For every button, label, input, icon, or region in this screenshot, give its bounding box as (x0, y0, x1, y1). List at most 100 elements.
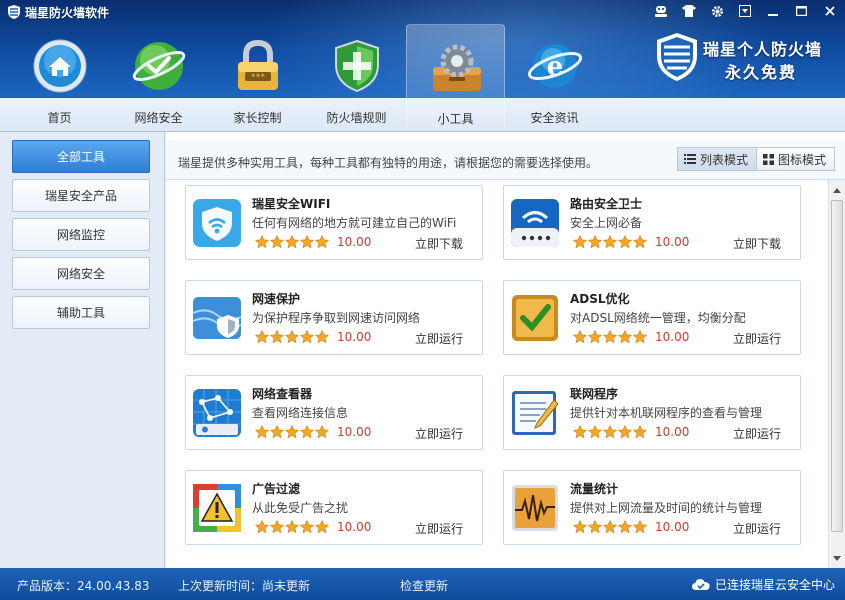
star-icon (633, 425, 647, 439)
traffic-chart-icon (512, 485, 558, 531)
nav-item-firewall-rules[interactable]: 防火墙规则 (307, 24, 406, 128)
star-icon (270, 425, 284, 439)
star-icon (573, 330, 587, 344)
sidebar-item-network-security[interactable]: 网络安全 (12, 257, 150, 290)
sidebar-item-network-monitor[interactable]: 网络监控 (12, 218, 150, 251)
title-bar[interactable]: 瑞星防火墙软件 (0, 0, 845, 24)
star-rating (255, 330, 329, 344)
last-update-time: 上次更新时间：尚未更新 (178, 579, 311, 593)
brand: 瑞星个人防火墙 永久免费 (655, 32, 845, 88)
star-icon (255, 330, 269, 344)
sidebar-item-auxiliary-tools[interactable]: 辅助工具 (12, 296, 150, 329)
nav-label: 网络安全 (134, 111, 183, 125)
nav-label: 防火墙规则 (326, 111, 387, 125)
tools-panel: 瑞星提供多种实用工具，每种工具都有独特的用途，请根据您的需要选择使用。 列表模式… (166, 132, 845, 568)
nav-item-home[interactable]: 首页 (10, 24, 109, 128)
tool-action-link[interactable]: 立即下载 (733, 235, 781, 252)
window-title: 瑞星防火墙软件 (25, 6, 110, 20)
minimize-icon[interactable] (759, 0, 787, 22)
star-icon (603, 235, 617, 249)
scroll-down-icon[interactable] (829, 550, 845, 566)
star-rating (573, 425, 647, 439)
star-icon (633, 520, 647, 534)
tool-name: ADSL优化 (570, 292, 630, 306)
tool-action-link[interactable]: 立即运行 (415, 520, 463, 537)
check-box-icon (512, 295, 558, 341)
star-icon (285, 235, 299, 249)
tool-grid: 瑞星安全WIFI 任何有网络的地方就可建立自己的WiFi 10.00 立即下载 … (166, 180, 828, 568)
network-map-icon (193, 389, 241, 437)
window-controls (647, 0, 845, 22)
tool-action-link[interactable]: 立即运行 (415, 425, 463, 442)
tool-score: 10.00 (337, 235, 372, 249)
tool-name: 广告过滤 (252, 482, 301, 496)
list-icon (683, 154, 696, 164)
star-icon (588, 330, 602, 344)
tool-score: 10.00 (655, 330, 690, 344)
nav-item-tools[interactable]: 小工具 (406, 24, 505, 128)
maximize-icon[interactable] (787, 0, 815, 22)
tool-action-link[interactable]: 立即运行 (733, 425, 781, 442)
star-rating (255, 235, 329, 249)
tool-card[interactable]: 联网程序 提供针对本机联网程序的查看与管理 10.00 立即运行 (503, 375, 801, 450)
tool-card[interactable]: 网络查看器 查看网络连接信息 10.00 立即运行 (185, 375, 483, 450)
tool-action-link[interactable]: 立即运行 (415, 330, 463, 347)
star-icon (603, 520, 617, 534)
brand-subtitle: 永久免费 (725, 63, 798, 82)
padlock-icon: *** (238, 39, 278, 90)
gear-icon[interactable] (703, 0, 731, 22)
nav-item-security-news[interactable]: e 安全资讯 (505, 24, 604, 128)
wifi-icon (193, 199, 241, 247)
scroll-up-icon[interactable] (829, 182, 845, 198)
star-rating (573, 330, 647, 344)
nav-item-parental-control[interactable]: *** 家长控制 (208, 24, 307, 128)
star-rating (573, 520, 647, 534)
tool-card[interactable]: 流量统计 提供对上网流量及时间的统计与管理 10.00 立即运行 (503, 470, 801, 545)
star-icon (255, 520, 269, 534)
close-icon[interactable] (815, 0, 845, 22)
star-icon (633, 235, 647, 249)
tool-card[interactable]: ADSL优化 对ADSL网络统一管理，均衡分配 10.00 立即运行 (503, 280, 801, 355)
svg-text:e: e (547, 52, 564, 82)
brand-shield-icon (657, 33, 697, 81)
tool-desc: 提供对上网流量及时间的统计与管理 (570, 501, 763, 515)
star-icon (618, 520, 632, 534)
shield-icon (335, 39, 379, 93)
star-icon (573, 425, 587, 439)
check-update-link[interactable]: 检查更新 (400, 577, 448, 594)
tool-desc: 对ADSL网络统一管理，均衡分配 (570, 311, 746, 325)
star-icon (315, 520, 329, 534)
star-icon (588, 235, 602, 249)
tool-desc: 安全上网必备 (570, 216, 643, 230)
tool-card[interactable]: 网速保护 为保护程序争取到网速访问网络 10.00 立即运行 (185, 280, 483, 355)
tool-desc: 从此免受广告之扰 (252, 501, 349, 515)
scroll-thumb[interactable] (831, 200, 843, 532)
sidebar-item-rising-products[interactable]: 瑞星安全产品 (12, 179, 150, 212)
menu-dropdown-icon[interactable] (731, 0, 759, 22)
tool-score: 10.00 (337, 520, 372, 534)
user-icon[interactable] (647, 0, 675, 22)
tool-action-link[interactable]: 立即下载 (415, 235, 463, 252)
tool-card[interactable]: 瑞星安全WIFI 任何有网络的地方就可建立自己的WiFi 10.00 立即下载 (185, 185, 483, 260)
nav-item-network-security[interactable]: 网络安全 (109, 24, 208, 128)
tool-card[interactable]: 广告过滤 从此免受广告之扰 10.00 立即运行 (185, 470, 483, 545)
skin-icon[interactable] (675, 0, 703, 22)
vertical-scrollbar[interactable] (828, 180, 845, 568)
star-icon (270, 235, 284, 249)
tool-action-link[interactable]: 立即运行 (733, 330, 781, 347)
sidebar-item-all-tools[interactable]: 全部工具 (12, 140, 150, 173)
star-icon (300, 425, 314, 439)
star-icon (603, 330, 617, 344)
notepad-icon (512, 391, 559, 435)
icon-mode-button[interactable]: 图标模式 (756, 147, 835, 171)
list-mode-button[interactable]: 列表模式 (676, 147, 757, 171)
product-version: 产品版本：24.00.43.83 (17, 579, 150, 593)
tool-card[interactable]: 路由安全卫士 安全上网必备 10.00 立即下载 (503, 185, 801, 260)
star-icon (603, 425, 617, 439)
star-icon (315, 330, 329, 344)
tool-score: 10.00 (337, 425, 372, 439)
tools-toolbar: 瑞星提供多种实用工具，每种工具都有独特的用途，请根据您的需要选择使用。 列表模式… (166, 140, 845, 180)
star-icon (633, 330, 647, 344)
warning-icon (193, 484, 241, 532)
tool-action-link[interactable]: 立即运行 (733, 520, 781, 537)
